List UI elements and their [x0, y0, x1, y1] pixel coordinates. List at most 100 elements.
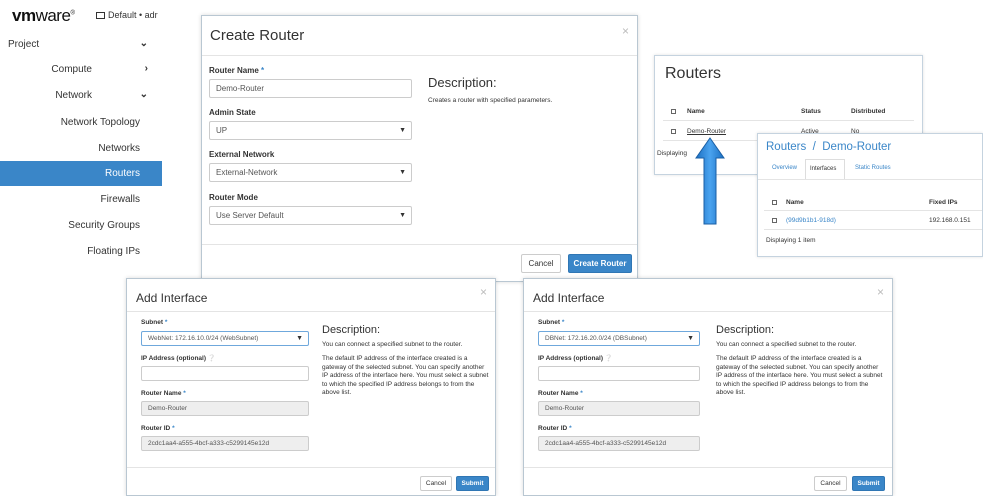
top-bar: vmware® Default • adr	[0, 0, 160, 32]
table-footer: Displaying	[657, 150, 687, 157]
router-mode-label: Router Mode	[209, 193, 258, 202]
add-interface-db-modal: Add Interface × Subnet * DBNet: 172.16.2…	[523, 278, 893, 496]
description-title: Description:	[322, 324, 381, 336]
sidebar-item-project[interactable]: Project ⌄	[0, 32, 162, 57]
col-status: Status	[801, 108, 821, 115]
router-id-field: 2cdc1aa4-a555-4bcf-a333-c5299145e12d	[538, 436, 700, 451]
add-interface-web-modal: Add Interface × Subnet * WebNet: 172.16.…	[126, 278, 496, 496]
external-network-select[interactable]: External-Network ▼	[209, 163, 412, 182]
project-icon	[96, 12, 105, 19]
interface-fixed-ip: 192.168.0.151	[929, 217, 971, 224]
subnet-label: Subnet *	[141, 319, 168, 326]
sidebar-item-compute[interactable]: Compute ›	[0, 57, 162, 82]
router-detail-panel: Routers / Demo-Router Overview Interface…	[757, 133, 983, 257]
vmware-logo[interactable]: vmware®	[12, 6, 75, 26]
chevron-down-icon: ⌄	[139, 38, 148, 49]
row-checkbox[interactable]	[671, 129, 676, 134]
divider	[764, 210, 982, 211]
router-mode-select[interactable]: Use Server Default ▼	[209, 206, 412, 225]
close-icon[interactable]: ×	[622, 24, 629, 38]
subnet-select[interactable]: WebNet: 172.16.10.0/24 (WebSubnet) ▼	[141, 331, 309, 346]
row-checkbox[interactable]	[772, 218, 777, 223]
subnet-label: Subnet *	[538, 319, 565, 326]
router-name-label: Router Name *	[209, 66, 265, 75]
create-router-button[interactable]: Create Router	[568, 254, 632, 273]
tab-static-routes[interactable]: Static Routes	[855, 165, 891, 171]
sidebar-item-firewalls[interactable]: Firewalls	[0, 187, 162, 212]
admin-state-label: Admin State	[209, 108, 256, 117]
cancel-button[interactable]: Cancel	[814, 476, 847, 491]
ip-address-input[interactable]	[141, 366, 309, 381]
subnet-select[interactable]: DBNet: 172.16.20.0/24 (DBSubnet) ▼	[538, 331, 700, 346]
ip-address-label: IP Address (optional) ❔	[141, 355, 216, 362]
submit-button[interactable]: Submit	[456, 476, 489, 491]
router-id-label: Router ID *	[538, 425, 572, 432]
breadcrumb[interactable]: Routers / Demo-Router	[766, 141, 891, 153]
sidebar-item-floating-ips[interactable]: Floating IPs	[0, 239, 162, 264]
submit-button[interactable]: Submit	[852, 476, 885, 491]
divider	[764, 229, 982, 230]
modal-title: Add Interface	[136, 291, 208, 305]
caret-down-icon: ▼	[296, 335, 303, 342]
help-icon: ❔	[207, 355, 216, 362]
divider	[524, 311, 892, 312]
ip-address-label: IP Address (optional) ❔	[538, 355, 613, 362]
description-text-2: The default IP address of the interface …	[716, 355, 883, 396]
sidebar-item-routers[interactable]: Routers	[0, 161, 162, 186]
description-text-2: The default IP address of the interface …	[322, 355, 489, 396]
router-link[interactable]: Demo-Router	[687, 128, 726, 135]
router-name-input[interactable]: Demo-Router	[209, 79, 412, 98]
divider	[127, 311, 495, 312]
external-network-label: External Network	[209, 150, 275, 159]
sidebar-item-networks[interactable]: Networks	[0, 136, 162, 161]
cancel-button[interactable]: Cancel	[420, 476, 452, 491]
description-text-1: You can connect a specified subnet to th…	[716, 341, 857, 348]
router-name-label: Router Name *	[141, 390, 186, 397]
description-title: Description:	[428, 75, 497, 90]
router-name-label: Router Name *	[538, 390, 583, 397]
select-all-checkbox[interactable]	[772, 200, 777, 205]
project-selector[interactable]: Default • adr	[96, 10, 158, 20]
router-id-label: Router ID *	[141, 425, 175, 432]
admin-state-select[interactable]: UP ▼	[209, 121, 412, 140]
divider	[127, 467, 495, 468]
caret-down-icon: ▼	[687, 335, 694, 342]
tab-overview[interactable]: Overview	[772, 165, 797, 171]
sidebar-item-security-groups[interactable]: Security Groups	[0, 213, 162, 238]
divider	[202, 244, 637, 245]
caret-down-icon: ▼	[399, 127, 406, 134]
col-name: Name	[687, 108, 705, 115]
modal-title: Add Interface	[533, 291, 605, 305]
close-icon[interactable]: ×	[480, 285, 487, 299]
divider	[758, 179, 982, 180]
description-text: Creates a router with specified paramete…	[428, 97, 553, 104]
select-all-checkbox[interactable]	[671, 109, 676, 114]
help-icon: ❔	[604, 355, 613, 362]
description-text-1: You can connect a specified subnet to th…	[322, 341, 463, 348]
col-fixed-ips: Fixed IPs	[929, 199, 958, 206]
router-name-field: Demo-Router	[538, 401, 700, 416]
divider	[524, 467, 892, 468]
col-name: Name	[786, 199, 804, 206]
arrow-up-icon	[695, 137, 725, 225]
col-distributed: Distributed	[851, 108, 886, 115]
caret-down-icon: ▼	[399, 169, 406, 176]
router-name-field: Demo-Router	[141, 401, 309, 416]
router-id-field: 2cdc1aa4-a555-4bcf-a333-c5299145e12d	[141, 436, 309, 451]
interface-link[interactable]: (99d9b1b1-918d)	[786, 217, 836, 224]
ip-address-input[interactable]	[538, 366, 700, 381]
chevron-down-icon: ⌄	[139, 89, 148, 100]
chevron-right-icon: ›	[144, 63, 148, 74]
table-footer: Displaying 1 item	[766, 237, 816, 244]
description-title: Description:	[716, 324, 775, 336]
cancel-button[interactable]: Cancel	[521, 254, 561, 273]
sidebar-item-network[interactable]: Network ⌄	[0, 83, 162, 108]
modal-title: Create Router	[210, 27, 305, 44]
tab-interfaces[interactable]: Interfaces	[805, 159, 845, 179]
page-title: Routers	[665, 65, 722, 82]
sidebar-item-network-topology[interactable]: Network Topology	[0, 110, 162, 135]
create-router-modal: Create Router × Router Name * Demo-Route…	[201, 15, 638, 282]
divider	[202, 55, 637, 56]
sidebar-nav: Project ⌄ Compute › Network ⌄ Network To…	[0, 32, 162, 272]
close-icon[interactable]: ×	[877, 285, 884, 299]
